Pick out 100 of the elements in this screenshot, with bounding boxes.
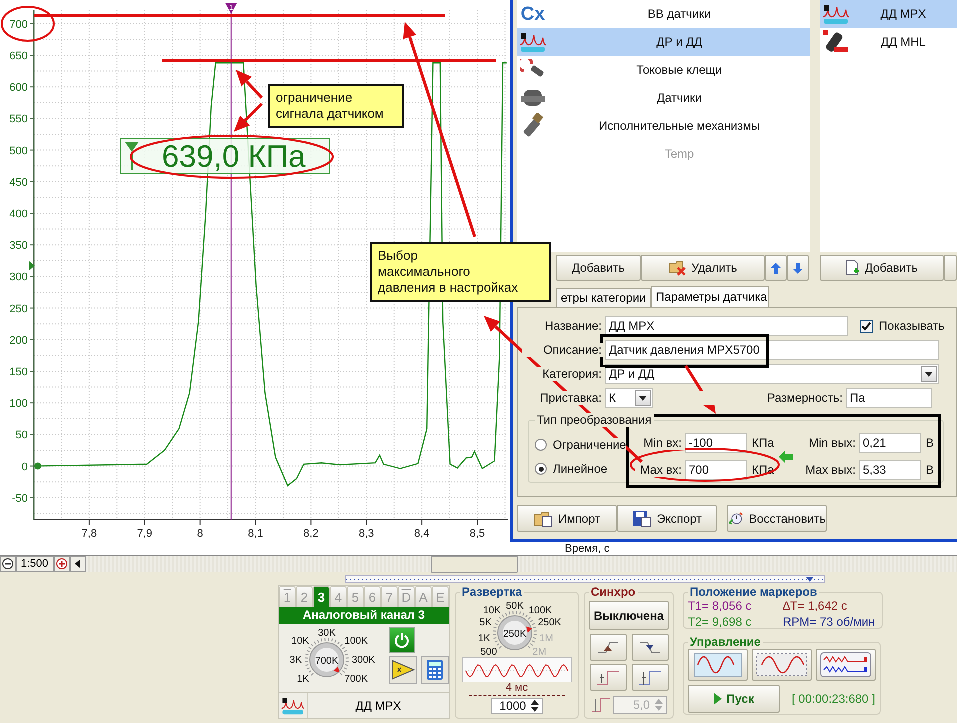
y-tick-label: 550 [10, 114, 28, 126]
radio-button[interactable] [535, 439, 547, 451]
scale-button[interactable]: 1:500 [16, 556, 54, 572]
falling-edge-button[interactable] [632, 634, 668, 661]
scrollbar-thumb[interactable] [430, 556, 518, 573]
marker-reading: RPM= 73 об/мин [783, 615, 876, 629]
dual-trace-icon [820, 652, 872, 678]
callout-arrow [236, 70, 264, 100]
move-down-button[interactable] [787, 255, 809, 281]
pressure-wave-icon [519, 30, 547, 54]
x-tick-label: 7,8 [82, 528, 98, 540]
view-mode-button[interactable] [752, 649, 812, 681]
tab[interactable]: етры категории [556, 288, 651, 307]
description-field[interactable]: Датчик давления MPX5700 [605, 340, 939, 360]
pulse-width-icon [591, 696, 611, 714]
channel-tab[interactable]: 3 [313, 586, 330, 607]
framed-sine-icon [756, 653, 808, 677]
delete-button[interactable]: Удалить [641, 255, 765, 281]
category-item[interactable]: Датчики [517, 84, 810, 112]
spinner-arrows-icon [531, 698, 540, 713]
category-item[interactable]: Cx ВВ датчики [517, 0, 810, 28]
panel-splitter[interactable] [345, 575, 825, 583]
import-button[interactable]: Импорт [517, 505, 617, 532]
sync-mode-button[interactable]: Выключена [589, 601, 669, 630]
group-title: Синхро [590, 585, 637, 599]
dial-label: 250K [538, 618, 562, 629]
calculator-icon [426, 659, 444, 681]
scroll-left-button[interactable] [70, 556, 86, 572]
y-tick-label: 400 [10, 208, 28, 220]
max-output-field[interactable]: 5,33 [859, 460, 921, 480]
y-tick-label: 250 [10, 303, 28, 316]
view-mode-button[interactable] [816, 649, 876, 681]
tab[interactable]: Параметры датчика [651, 286, 769, 307]
marker-reading: T1= 8,056 с [688, 599, 753, 613]
scrollbar[interactable] [86, 556, 957, 572]
category-item[interactable]: ДР и ДД [517, 28, 810, 56]
checkbox-label: Показывать [879, 319, 945, 333]
prefix-dropdown[interactable]: К [605, 388, 653, 408]
callout-note: ограничение сигнала датчиком [268, 84, 404, 128]
sensor-item[interactable]: ДД MPX [820, 0, 957, 28]
calculator-button[interactable] [421, 656, 449, 684]
add-button[interactable]: Добавить [556, 255, 641, 281]
zoom-in-icon [56, 558, 68, 570]
zoom-out-button[interactable] [0, 556, 16, 572]
arrow-down-icon [793, 262, 803, 274]
radio-label: Линейное [553, 462, 608, 476]
checkbox[interactable] [860, 320, 873, 332]
category-dropdown[interactable]: ДР и ДД [605, 364, 939, 384]
category-item[interactable]: Исполнительные механизмы [517, 112, 810, 140]
x-tick-label: 8,2 [304, 528, 319, 540]
y-tick-label: 50 [16, 430, 28, 442]
play-button[interactable] [389, 656, 417, 684]
elapsed-time: [ 00:00:23:680 ] [792, 692, 876, 706]
axis-title: Время, с [565, 543, 610, 555]
move-up-button[interactable] [765, 255, 787, 281]
dial-label: 5K [480, 618, 492, 629]
dial-label: 300K [352, 655, 376, 666]
power-button[interactable] [389, 627, 415, 653]
dial-label: 3K [290, 655, 302, 666]
falling-edge-icon [639, 640, 661, 654]
marker-value: 639,0 КПа [162, 140, 306, 172]
arrow-up-icon [771, 262, 781, 274]
add-button[interactable]: Добавить [820, 255, 944, 281]
pulse-trigger-button[interactable] [590, 664, 626, 691]
cx-icon: Cx [520, 4, 546, 24]
x-tick-label: 7,9 [137, 528, 153, 540]
dial-label: 30K [318, 628, 336, 639]
pressure-sensor-icon [822, 29, 850, 55]
rising-edge-button[interactable] [590, 634, 626, 661]
pulse-trigger-icon [596, 668, 620, 686]
min-input-field[interactable]: -100 [685, 433, 747, 453]
unit-label: В [925, 436, 935, 450]
y-tick-label: -50 [12, 492, 28, 505]
y-tick-label: 200 [10, 334, 28, 347]
zoom-in-button[interactable] [54, 556, 70, 572]
marker-reading: T2= 9,698 с [688, 615, 753, 629]
unit-label: В [925, 463, 935, 477]
sensor-item[interactable]: ДД MHL [820, 28, 957, 56]
sample-count-spinner[interactable]: 1000 [490, 698, 544, 714]
highlight-ellipse [1, 6, 55, 42]
export-button[interactable]: Экспорт [617, 505, 717, 532]
zero-marker-icon [34, 462, 42, 470]
y-tick-label: 500 [10, 145, 28, 158]
pulse-trigger-button[interactable] [632, 664, 668, 691]
name-field[interactable]: ДД MPX [605, 316, 848, 336]
view-mode-button[interactable] [688, 649, 748, 681]
min-output-field[interactable]: 0,21 [859, 433, 921, 453]
y-tick-label: 650 [10, 50, 28, 62]
category-item[interactable]: Токовые клещи [517, 56, 810, 84]
x-tick-label: 8,1 [248, 528, 264, 540]
radio-button[interactable] [535, 463, 547, 475]
group-title: Управление [689, 635, 762, 649]
dimension-field[interactable]: Па [846, 388, 932, 408]
start-button[interactable]: Пуск [688, 685, 780, 713]
marker-reading: ∆T= 1,642 с [783, 599, 848, 613]
floppy-disk-icon [632, 510, 652, 528]
arrow-left-icon [779, 450, 793, 462]
max-input-field[interactable]: 700 [685, 460, 747, 480]
restore-button[interactable]: Восстановить [727, 505, 827, 532]
x-tick-label: 8,5 [470, 528, 486, 540]
